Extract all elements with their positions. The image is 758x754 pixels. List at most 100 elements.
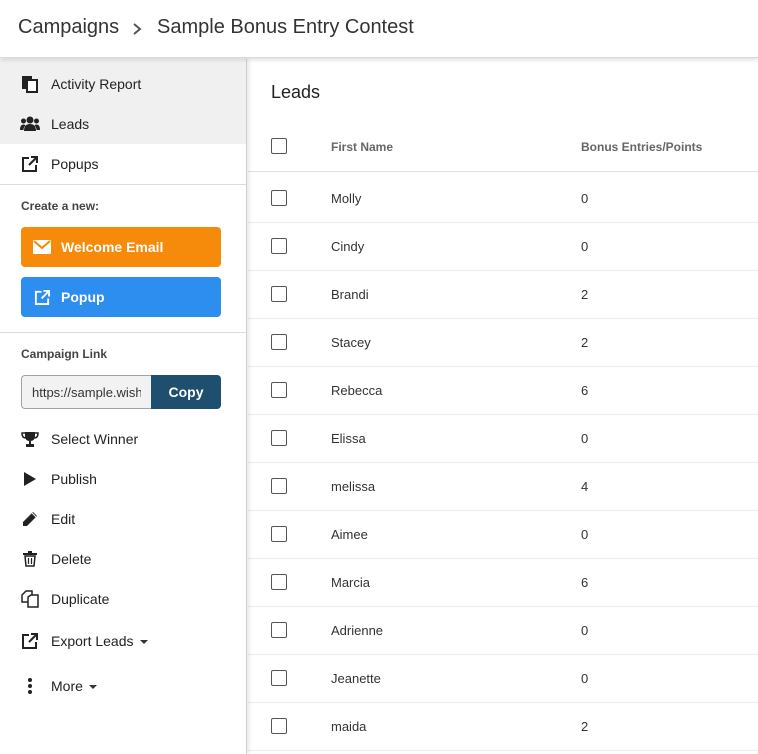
cell-bonus-points: 0	[581, 671, 589, 686]
caret-down-icon	[88, 685, 97, 690]
cell-first-name: Aimee	[331, 527, 368, 542]
cell-first-name: Marcia	[331, 575, 371, 590]
cell-first-name: Brandi	[331, 287, 369, 302]
cell-first-name: Cindy	[331, 239, 365, 254]
breadcrumb-current: Sample Bonus Entry Contest	[157, 16, 414, 38]
row-checkbox[interactable]	[271, 382, 287, 398]
table-row[interactable]: Cindy 0	[248, 223, 758, 271]
sidebar-item-leads[interactable]: Leads	[0, 104, 246, 144]
table-row[interactable]: Rebecca 6	[248, 367, 758, 415]
users-icon	[20, 114, 40, 134]
row-checkbox[interactable]	[271, 670, 287, 686]
select-winner-action[interactable]: Select Winner	[0, 419, 246, 459]
cell-first-name: Molly	[331, 191, 362, 206]
leads-panel: Leads First Name Bonus Entries/Points Mo…	[248, 59, 758, 754]
welcome-email-label: Welcome Email	[61, 239, 164, 255]
edit-action[interactable]: Edit	[0, 499, 246, 539]
action-label: Select Winner	[51, 431, 139, 447]
copy-link-button[interactable]: Copy	[151, 375, 221, 409]
row-checkbox[interactable]	[271, 526, 287, 542]
column-header-first-name[interactable]: First Name	[331, 140, 393, 154]
sidebar-item-label: Activity Report	[51, 76, 142, 92]
action-label: Edit	[51, 511, 76, 527]
report-icon	[20, 74, 40, 94]
row-checkbox[interactable]	[271, 622, 287, 638]
table-row[interactable]: melissa 4	[248, 463, 758, 511]
cell-bonus-points: 6	[581, 575, 589, 590]
sidebar-item-label: Leads	[51, 116, 90, 132]
table-header-divider	[248, 171, 758, 172]
cell-bonus-points: 0	[581, 239, 589, 254]
trash-icon	[20, 549, 40, 569]
campaign-link-group: Copy	[21, 375, 221, 409]
cell-bonus-points: 0	[581, 623, 589, 638]
cell-bonus-points: 2	[581, 719, 589, 734]
publish-action[interactable]: Publish	[0, 459, 246, 499]
cell-first-name: Rebecca	[331, 383, 383, 398]
caret-down-icon	[139, 640, 148, 645]
table-row[interactable]: Jeanette 0	[248, 655, 758, 703]
duplicate-icon	[20, 589, 40, 609]
column-header-bonus-points[interactable]: Bonus Entries/Points	[581, 140, 702, 154]
sidebar-divider	[0, 184, 246, 185]
action-label: Delete	[51, 551, 92, 567]
row-checkbox[interactable]	[271, 574, 287, 590]
create-new-label: Create a new:	[21, 199, 100, 213]
external-link-icon	[20, 631, 40, 651]
cell-first-name: Elissa	[331, 431, 366, 446]
more-dropdown[interactable]: More	[0, 666, 246, 706]
row-checkbox[interactable]	[271, 238, 287, 254]
row-checkbox[interactable]	[271, 190, 287, 206]
action-label: Export Leads	[51, 633, 148, 649]
row-checkbox[interactable]	[271, 478, 287, 494]
table-row[interactable]: Molly 0	[248, 175, 758, 223]
top-header: Campaigns Sample Bonus Entry Contest	[0, 0, 758, 58]
breadcrumb-campaigns-link[interactable]: Campaigns	[18, 16, 119, 39]
cell-bonus-points: 2	[581, 287, 589, 302]
table-row[interactable]: Adrienne 0	[248, 607, 758, 655]
cell-first-name: Adrienne	[331, 623, 384, 638]
campaign-link-input[interactable]	[21, 375, 151, 409]
cell-bonus-points: 0	[581, 431, 589, 446]
create-welcome-email-button[interactable]: Welcome Email	[21, 227, 221, 267]
table-row[interactable]: maida 2	[248, 703, 758, 751]
row-checkbox[interactable]	[271, 718, 287, 734]
delete-action[interactable]: Delete	[0, 539, 246, 579]
cell-first-name: melissa	[331, 479, 376, 494]
cell-first-name: Stacey	[331, 335, 371, 350]
cell-first-name: Jeanette	[331, 671, 381, 686]
row-checkbox[interactable]	[271, 286, 287, 302]
play-icon	[20, 469, 40, 489]
chevron-right-icon	[133, 23, 142, 35]
export-leads-dropdown[interactable]: Export Leads	[0, 621, 246, 661]
table-row[interactable]: Brandi 2	[248, 271, 758, 319]
page-title: Leads	[271, 82, 321, 102]
create-popup-button[interactable]: Popup	[21, 277, 221, 317]
row-checkbox[interactable]	[271, 430, 287, 446]
duplicate-action[interactable]: Duplicate	[0, 579, 246, 619]
table-row[interactable]: Aimee 0	[248, 511, 758, 559]
pencil-icon	[20, 509, 40, 529]
action-label: Publish	[51, 471, 97, 487]
export-leads-label: Export Leads	[51, 633, 134, 649]
cell-bonus-points: 0	[581, 191, 589, 206]
trophy-icon	[20, 429, 40, 449]
row-checkbox[interactable]	[271, 334, 287, 350]
sidebar-item-popups[interactable]: Popups	[0, 144, 246, 184]
table-row[interactable]: Elissa 0	[248, 415, 758, 463]
cell-bonus-points: 2	[581, 335, 589, 350]
vertical-dots-icon	[20, 676, 40, 696]
external-link-icon	[33, 288, 51, 306]
campaign-link-label: Campaign Link	[21, 347, 108, 361]
table-row[interactable]: Stacey 2	[248, 319, 758, 367]
cell-first-name: maida	[331, 719, 367, 734]
select-all-checkbox[interactable]	[271, 138, 287, 154]
action-label: Duplicate	[51, 591, 110, 607]
more-label: More	[51, 678, 83, 694]
sidebar-item-label: Popups	[51, 156, 99, 172]
envelope-icon	[33, 238, 51, 256]
sidebar-divider	[0, 332, 246, 333]
cell-bonus-points: 0	[581, 527, 589, 542]
sidebar-item-activity-report[interactable]: Activity Report	[0, 64, 246, 104]
table-row[interactable]: Marcia 6	[248, 559, 758, 607]
